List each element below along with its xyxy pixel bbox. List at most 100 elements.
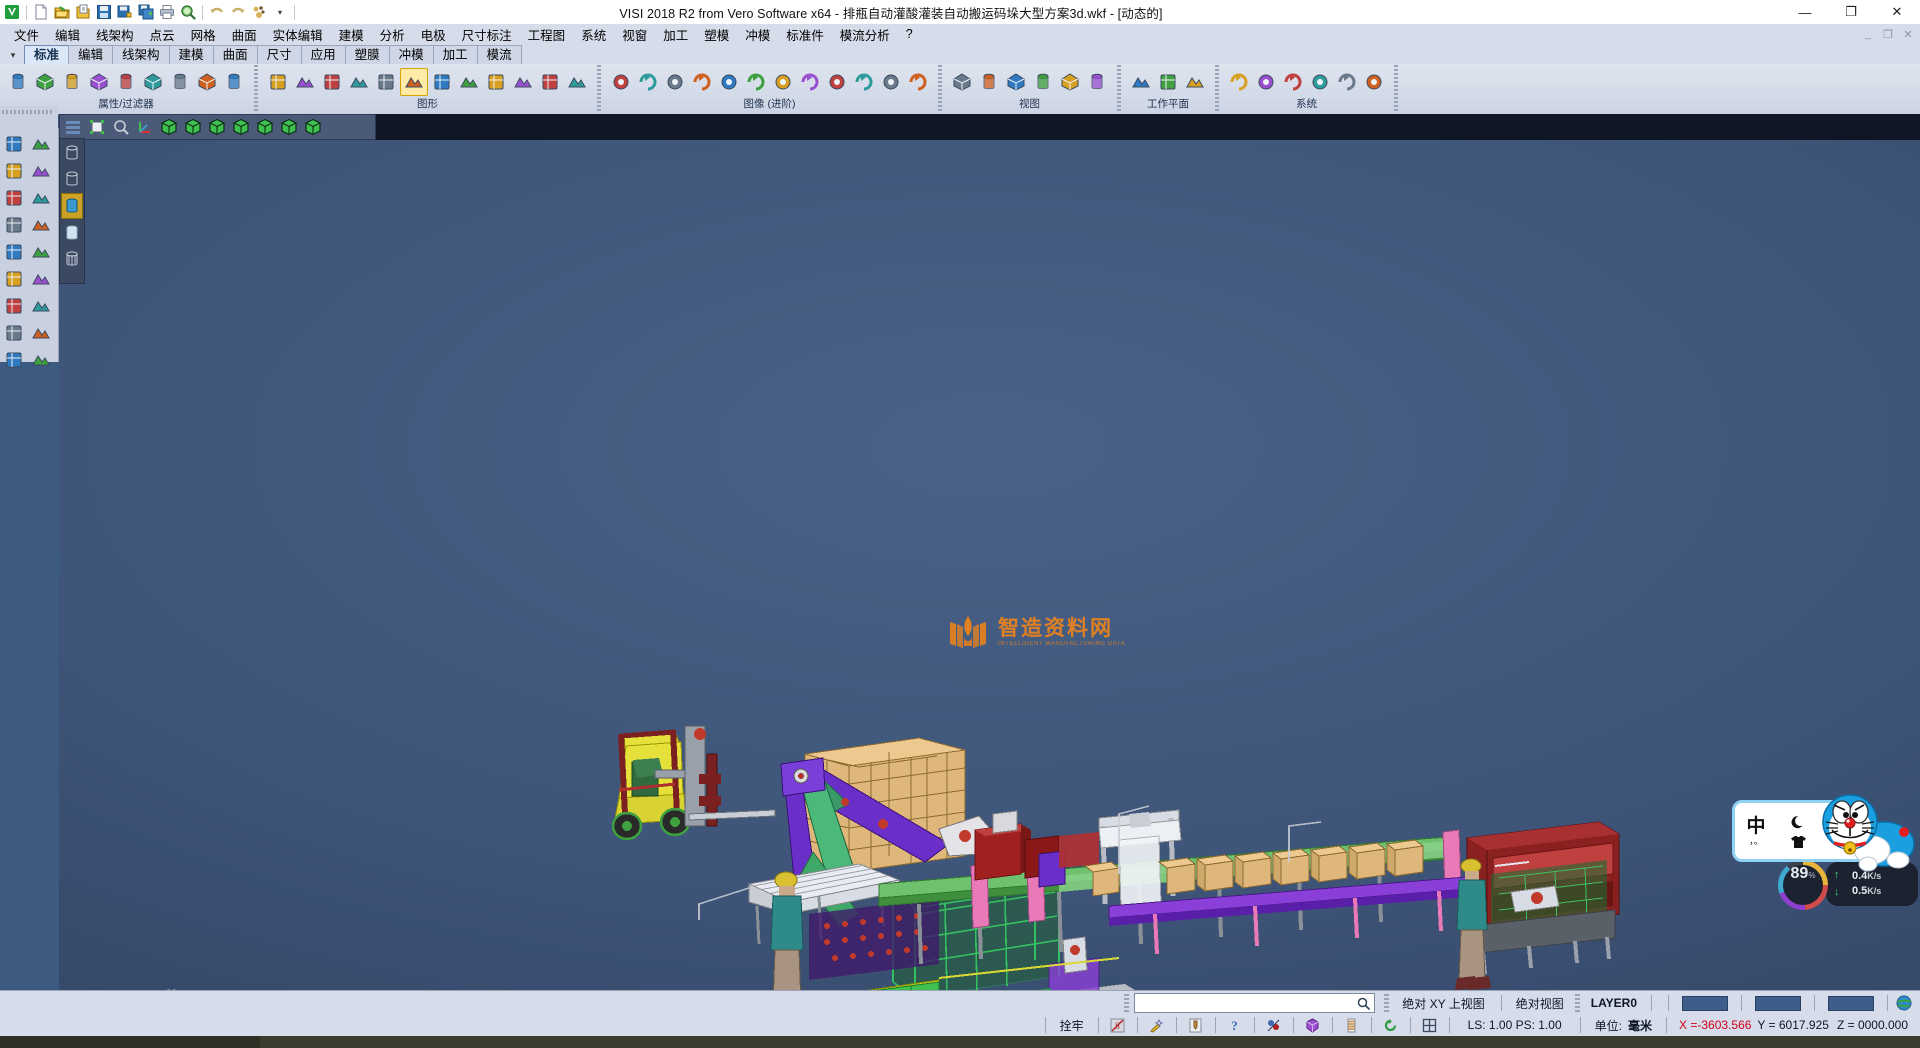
import-icon[interactable]	[73, 2, 93, 22]
render-quality-icon[interactable]	[510, 69, 536, 95]
grid-plane-icon[interactable]	[28, 239, 53, 264]
help-icon[interactable]	[1, 293, 26, 318]
save-icon[interactable]	[94, 2, 114, 22]
visibility-filter-icon[interactable]	[113, 69, 139, 95]
layers-stack-icon[interactable]	[1341, 1016, 1363, 1034]
solid-color-icon[interactable]	[1302, 1016, 1324, 1034]
color-properties-icon[interactable]	[5, 69, 31, 95]
search-input[interactable]	[1134, 993, 1375, 1013]
verify-check-icon[interactable]	[28, 185, 53, 210]
print-preview-icon[interactable]	[178, 2, 198, 22]
entity-pick-icon[interactable]	[1263, 1016, 1285, 1034]
transparent-mode-icon[interactable]	[62, 221, 82, 245]
graphics-settings-icon[interactable]	[564, 69, 590, 95]
view-front-icon[interactable]	[206, 117, 228, 137]
ribbon-tab-9[interactable]: 加工	[433, 45, 478, 64]
view-type-label[interactable]: 绝对视图	[1510, 995, 1570, 1012]
view-mode-label[interactable]: 绝对 XY 上视图	[1394, 995, 1492, 1012]
close-button[interactable]: ✕	[1874, 0, 1920, 24]
menu-item-13[interactable]: 视窗	[614, 24, 655, 45]
color-table-icon[interactable]	[1226, 69, 1252, 95]
mesh-shade-icon[interactable]	[483, 69, 509, 95]
view-helper-icon[interactable]	[1084, 69, 1110, 95]
qat-overflow-icon[interactable]: ▾	[270, 2, 290, 22]
menu-item-15[interactable]: 塑模	[696, 24, 737, 45]
menu-item-7[interactable]: 建模	[331, 24, 372, 45]
show-all-icon[interactable]	[194, 69, 220, 95]
open-file-icon[interactable]	[52, 2, 72, 22]
unit-value[interactable]: 毫米	[1622, 1017, 1658, 1034]
undo-arrow-icon[interactable]	[28, 320, 53, 345]
draw-spline-icon[interactable]	[28, 212, 53, 237]
hide-all-icon[interactable]	[221, 69, 247, 95]
ribbon-tab-3[interactable]: 建模	[169, 45, 214, 64]
ribbon-tab-0[interactable]: 标准	[24, 45, 69, 64]
menu-item-17[interactable]: 标准件	[778, 24, 832, 45]
hide-entity-icon[interactable]	[86, 69, 112, 95]
shade-mode-5-icon[interactable]	[851, 69, 877, 95]
color-edit-icon[interactable]	[1, 239, 26, 264]
redo-icon[interactable]	[228, 2, 248, 22]
layer-manager-icon[interactable]	[1253, 69, 1279, 95]
pan-view-icon[interactable]	[1030, 69, 1056, 95]
lock-label[interactable]: 拴牢	[1054, 1017, 1090, 1034]
wireframe-icon[interactable]	[292, 69, 318, 95]
show-entity-icon[interactable]	[59, 69, 85, 95]
snap-off-icon[interactable]: S	[1107, 1016, 1129, 1034]
shade-mode-6-icon[interactable]	[878, 69, 904, 95]
save-all-icon[interactable]	[136, 2, 156, 22]
quick-shade-icon[interactable]	[456, 69, 482, 95]
render-wheel-icon[interactable]	[1, 347, 26, 372]
light-source-icon[interactable]	[635, 69, 661, 95]
shaded-icon[interactable]	[373, 69, 399, 95]
shade-mode-1-icon[interactable]	[743, 69, 769, 95]
attribute-manager-icon[interactable]	[32, 69, 58, 95]
layer-list-icon[interactable]	[62, 117, 84, 137]
menu-item-1[interactable]: 编辑	[47, 24, 88, 45]
shade-mode-3-icon[interactable]	[797, 69, 823, 95]
ribbon-tab-4[interactable]: 曲面	[213, 45, 258, 64]
menu-item-4[interactable]: 网格	[183, 24, 224, 45]
workplane-icon[interactable]	[1, 212, 26, 237]
environment-icon[interactable]	[689, 69, 715, 95]
shade-mode-2-icon[interactable]	[770, 69, 796, 95]
zoom-dynamic-icon[interactable]	[1, 131, 26, 156]
app-logo-icon[interactable]	[2, 2, 22, 22]
shaded-mode-icon[interactable]	[61, 193, 83, 219]
zoom-all-icon[interactable]	[976, 69, 1002, 95]
workplane-edit-icon[interactable]	[1155, 69, 1181, 95]
menu-item-8[interactable]: 分析	[372, 24, 413, 45]
ribbon-tab-7[interactable]: 塑膜	[345, 45, 390, 64]
ribbon-tab-5[interactable]: 尺寸	[257, 45, 302, 64]
menu-item-18[interactable]: 模流分析	[832, 24, 898, 45]
layer-color-chip-1[interactable]	[1682, 996, 1728, 1011]
ribbon-tab-8[interactable]: 冲模	[389, 45, 434, 64]
menu-item-5[interactable]: 曲面	[224, 24, 265, 45]
chevron-down-icon[interactable]: ▾	[2, 46, 24, 64]
undo-icon[interactable]	[207, 2, 227, 22]
paint-icon[interactable]	[1185, 1016, 1207, 1034]
globe-icon[interactable]	[1896, 995, 1912, 1011]
hidden-line-icon[interactable]	[319, 69, 345, 95]
menu-item-12[interactable]: 系统	[573, 24, 614, 45]
open-folder-icon[interactable]	[28, 347, 53, 372]
ribbon-tab-1[interactable]: 编辑	[68, 45, 113, 64]
magic-wand-icon[interactable]	[1146, 1016, 1168, 1034]
workplane-new-icon[interactable]	[1128, 69, 1154, 95]
view-left-icon[interactable]	[254, 117, 276, 137]
view-shaded-box-icon[interactable]	[302, 117, 324, 137]
save-as-icon[interactable]	[115, 2, 135, 22]
refresh-icon[interactable]	[1, 266, 26, 291]
drawing-config-icon[interactable]	[1307, 69, 1333, 95]
shade-mode-4-icon[interactable]	[824, 69, 850, 95]
print-icon[interactable]	[157, 2, 177, 22]
mdi-close-button[interactable]: ✕	[1898, 28, 1918, 41]
menu-item-16[interactable]: 冲模	[737, 24, 778, 45]
ime-mode-toggle[interactable]: 中 ，。	[1735, 816, 1777, 846]
help-query-icon[interactable]: ?	[1224, 1016, 1246, 1034]
edit-curve-icon[interactable]	[28, 158, 53, 183]
ribbon-tab-6[interactable]: 应用	[301, 45, 346, 64]
zoom-in-icon[interactable]	[1, 185, 26, 210]
viewport-3d[interactable]: 智造资料网 INTELLIGENT MANUFACTURING DATA Y Z	[59, 114, 1920, 990]
menu-item-19[interactable]: ?	[898, 26, 921, 42]
